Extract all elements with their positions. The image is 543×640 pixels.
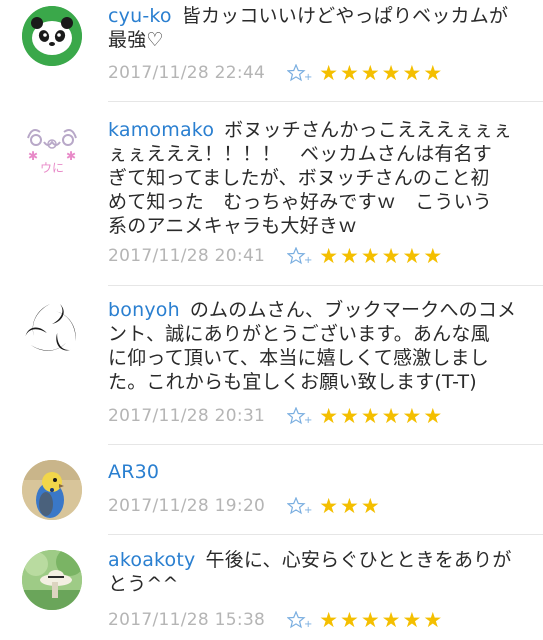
tomoe-icon xyxy=(25,304,76,351)
parakeet-icon xyxy=(22,460,82,520)
divider xyxy=(108,101,543,102)
hat-photo-avatar[interactable] xyxy=(22,550,82,610)
star-rating[interactable]: ★★★★★★ xyxy=(319,63,444,84)
username-link[interactable]: akoakoty xyxy=(108,549,195,571)
timestamp: 2017/11/28 19:20 xyxy=(108,496,266,516)
divider xyxy=(108,285,543,286)
star-rating[interactable]: ★★★★★★ xyxy=(319,406,444,427)
add-star-icon[interactable]: + xyxy=(286,496,313,516)
timestamp: 2017/11/28 15:38 xyxy=(108,610,266,630)
star-rating[interactable]: ★★★★★★ xyxy=(319,246,444,267)
username-link[interactable]: bonyoh xyxy=(108,299,180,321)
comment-text: akoakoty 午後に、心安らぐひとときをありが とう^^ xyxy=(108,549,512,595)
parakeet-avatar[interactable] xyxy=(22,460,82,520)
divider xyxy=(108,534,543,535)
add-star-icon[interactable]: + xyxy=(286,610,313,630)
comment-text: kamomako ボヌッチさんかっこえええぇぇぇ ぇぇえええ！！！！ ベッカムさん… xyxy=(108,119,513,237)
comment-text: bonyoh のムのムさん、ブックマークへのコメ ント、誠にありがとうございます。… xyxy=(108,299,517,393)
tomoe-avatar[interactable] xyxy=(22,300,82,360)
add-star-icon[interactable]: + xyxy=(286,63,313,83)
comment-text: AR30 xyxy=(108,460,527,484)
hat-photo-icon xyxy=(22,550,82,610)
timestamp: 2017/11/28 20:41 xyxy=(108,246,266,266)
svg-text:+: + xyxy=(304,255,312,265)
timestamp: 2017/11/28 22:44 xyxy=(108,63,266,83)
svg-text:+: + xyxy=(304,415,312,425)
svg-text:ウに: ウに xyxy=(40,161,64,175)
username-link[interactable]: AR30 xyxy=(108,461,159,483)
svg-text:✱: ✱ xyxy=(28,149,38,163)
svg-text:+: + xyxy=(304,72,312,82)
add-star-icon[interactable]: + xyxy=(286,406,313,426)
add-star-icon[interactable]: + xyxy=(286,246,313,266)
username-link[interactable]: cyu-ko xyxy=(108,5,172,27)
timestamp: 2017/11/28 20:31 xyxy=(108,406,266,426)
divider xyxy=(108,444,543,445)
star-rating[interactable]: ★★★ xyxy=(319,496,381,517)
cute-face-icon: ✱ ✱ ウに xyxy=(27,129,77,175)
panda-avatar[interactable] xyxy=(22,6,82,66)
star-rating[interactable]: ★★★★★★ xyxy=(319,610,444,631)
cute-face-avatar[interactable]: ✱ ✱ ウに xyxy=(22,118,82,178)
svg-text:+: + xyxy=(304,505,312,515)
comment-text: cyu-ko 皆カッコいいけどやっぱりベッカムが 最強♡ xyxy=(108,5,509,51)
username-link[interactable]: kamomako xyxy=(108,119,214,141)
panda-icon xyxy=(22,6,82,66)
svg-text:✱: ✱ xyxy=(66,149,76,163)
svg-text:+: + xyxy=(304,619,312,629)
